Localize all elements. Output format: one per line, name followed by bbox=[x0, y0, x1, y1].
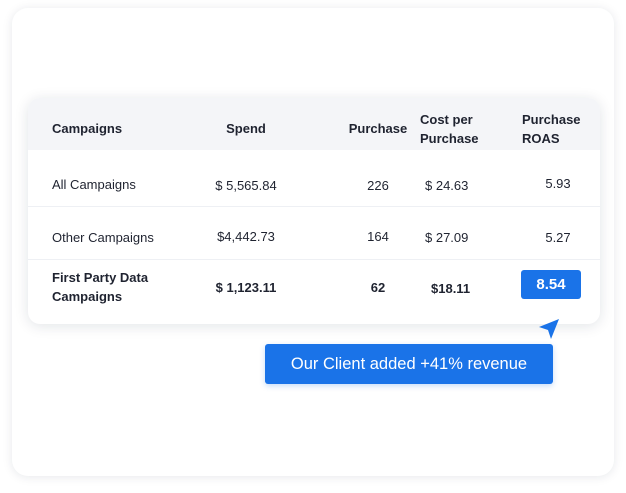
campaign-table: Campaigns Spend Purchase Cost per Purcha… bbox=[28, 98, 600, 324]
row-spend: $4,442.73 bbox=[217, 229, 275, 244]
header-roas-line2: ROAS bbox=[522, 131, 560, 146]
header-cost-per-purchase-line2: Purchase bbox=[420, 131, 479, 146]
row-divider bbox=[28, 206, 600, 207]
header-cost-per-purchase-line1: Cost per bbox=[420, 112, 473, 127]
cursor-arrow-icon bbox=[538, 318, 560, 340]
row-purchase: 62 bbox=[370, 280, 386, 295]
row-roas: 5.27 bbox=[545, 230, 571, 245]
revenue-callout: Our Client added +41% revenue bbox=[265, 344, 553, 384]
header-roas-line1: Purchase bbox=[522, 112, 581, 127]
row-campaign: Other Campaigns bbox=[52, 230, 154, 245]
roas-highlight-badge: 8.54 bbox=[521, 270, 581, 299]
row-spend: $ 5,565.84 bbox=[215, 178, 277, 193]
row-divider bbox=[28, 259, 600, 260]
row-spend: $ 1,123.11 bbox=[215, 280, 277, 295]
row-campaign-line2: Campaigns bbox=[52, 289, 123, 304]
row-purchase: 226 bbox=[367, 178, 389, 193]
header-campaigns: Campaigns bbox=[52, 121, 123, 136]
row-roas: 5.93 bbox=[545, 176, 571, 191]
row-purchase: 164 bbox=[367, 229, 389, 244]
row-campaign-line1: First Party Data bbox=[52, 270, 149, 285]
header-spend: Spend bbox=[226, 121, 266, 136]
table-header-row: Campaigns Spend Purchase Cost per Purcha… bbox=[28, 98, 600, 150]
row-campaign: All Campaigns bbox=[52, 177, 136, 192]
